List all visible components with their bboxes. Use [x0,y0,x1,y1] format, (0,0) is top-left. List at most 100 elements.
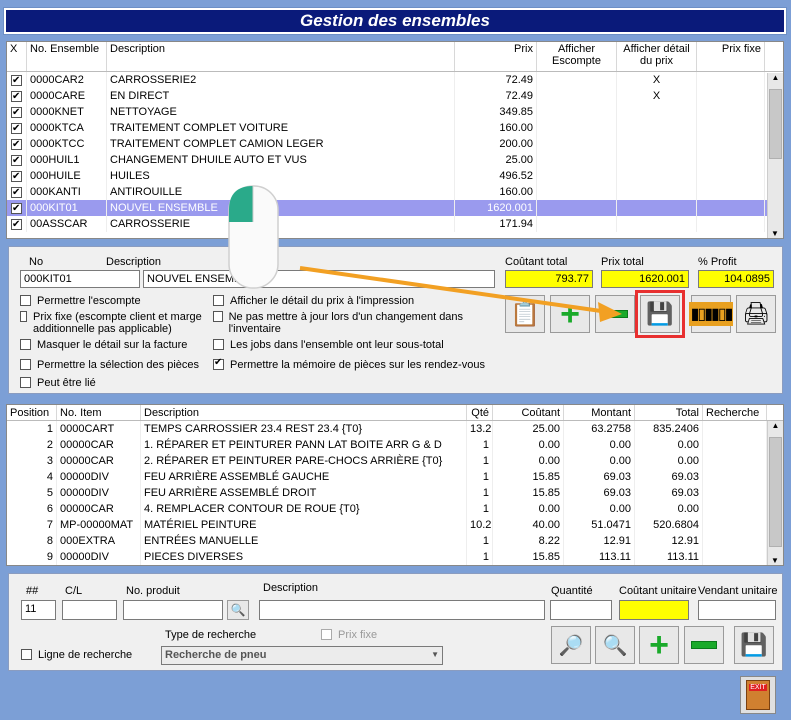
row-checkbox[interactable] [7,152,27,168]
table-row[interactable]: 000KIT01NOUVEL ENSEMBLE1620.001 [7,200,783,216]
table-row[interactable]: 2 00000CAR 1. RÉPARER ET PEINTURER PANN LA… [7,437,783,453]
checkbox-memoire-pieces[interactable] [213,357,224,370]
col-description[interactable]: Description [107,42,455,71]
line-number-input[interactable]: 11 [21,600,56,620]
edit-document-button[interactable]: 📋 [505,295,545,333]
row-checkbox[interactable] [7,168,27,184]
table-row[interactable]: 00ASSCARCARROSSERIE171.94 [7,216,783,232]
col-prix-fixe[interactable]: Prix fixe [697,42,765,71]
items-scroll-down-icon[interactable]: ▼ [768,556,782,565]
table-row[interactable]: 0000KTCCTRAITEMENT COMPLET CAMION LEGER2… [7,136,783,152]
no-produit-input[interactable] [123,600,223,620]
table-row[interactable]: 0000CAR2CARROSSERIE272.49 X [7,72,783,88]
coutant-unitaire-input[interactable] [619,600,689,620]
print-button[interactable]: 🖨 [736,295,776,333]
entry-description-input[interactable] [259,600,545,620]
items-scroll-thumb[interactable] [769,437,782,547]
option-ne-pas-mettre-a-jour[interactable]: Ne pas mettre à jour lors d'un changemen… [213,311,473,335]
items-scroll-up-icon[interactable]: ▲ [768,421,783,435]
checkbox-peut-etre-lie[interactable] [20,377,31,388]
option-peut-etre-lie[interactable]: Peut être lié [20,377,205,389]
option-masquer-detail[interactable]: Masquer le détail sur la facture [20,339,205,351]
checkbox-prix-fixe[interactable] [20,311,27,322]
barcode-button[interactable]: ▮▯▮▮▯▮ [688,295,734,333]
table-row[interactable]: 0000CAREEN DIRECT72.49 X [7,88,783,104]
option-prix-fixe-disabled[interactable]: Prix fixe [321,629,377,641]
row-checkbox[interactable] [7,184,27,200]
type-recherche-select[interactable]: Recherche de pneu ▼ [161,646,443,665]
checkbox-afficher-detail[interactable] [213,295,224,306]
scroll-up-icon[interactable]: ▲ [768,73,783,87]
col-qte[interactable]: Qté [467,405,493,420]
checkbox-escompte[interactable] [20,295,31,306]
table-row[interactable]: 3 00000CAR 2. RÉPARER ET PEINTURER PARE-CH… [7,453,783,469]
col-afficher-escompte[interactable]: Afficher Escompte [537,42,617,71]
table-row[interactable]: 000HUILEHUILES496.52 [7,168,783,184]
save-button[interactable]: 💾 [635,290,685,338]
col-coutant[interactable]: Coûtant [493,405,564,420]
description-input[interactable]: NOUVEL ENSEMBLE [143,270,495,288]
save-item-button[interactable]: 💾 [734,626,774,664]
row-checkbox[interactable] [7,136,27,152]
items-scrollbar[interactable]: ▲ ▼ [767,421,783,565]
add-button[interactable]: + [550,295,590,333]
option-selection-pieces[interactable]: Permettre la sélection des pièces [20,359,205,371]
checkbox-masquer-detail[interactable] [20,339,31,350]
row-checkbox[interactable] [7,216,27,232]
col-total[interactable]: Total [635,405,703,420]
option-ligne-recherche[interactable]: Ligne de recherche [21,649,161,661]
table-row[interactable]: 4 00000DIV FEU ARRIÈRE ASSEMBLÉ GAUCHE 1 15.… [7,469,783,485]
vendant-unitaire-input[interactable] [698,600,776,620]
table-row[interactable]: 1 0000CART TEMPS CARROSSIER 23.4 REST 23.4… [7,421,783,437]
checkbox-ne-pas-mettre-a-jour[interactable] [213,311,223,322]
row-checkbox[interactable] [7,120,27,136]
table-row[interactable]: 9 00000DIV PIECES DIVERSES 1 15.85 113.11 113.… [7,549,783,565]
table-row[interactable]: 0000KNETNETTOYAGE349.85 [7,104,783,120]
col-recherche[interactable]: Recherche [703,405,767,420]
option-sous-total[interactable]: Les jobs dans l'ensemble ont leur sous-t… [213,339,483,351]
row-checkbox[interactable] [7,88,27,104]
table-row[interactable]: 8 000EXTRA ENTRÉES MANUELLE 1 8.22 12.91 12.91 [7,533,783,549]
option-prix-fixe[interactable]: Prix fixe (escompte client et marge addi… [20,311,205,335]
option-memoire-pieces[interactable]: Permettre la mémoire de pièces sur les r… [213,357,493,371]
product-search-button[interactable]: 🔍 [227,600,249,620]
option-afficher-detail[interactable]: Afficher le détail du prix à l'impressio… [213,295,473,307]
row-detail: X [617,72,697,88]
cl-input[interactable] [62,600,117,620]
checkbox-ligne-recherche[interactable] [21,649,32,660]
zoom-search-button[interactable]: 🔍 [595,626,635,664]
table-row[interactable]: 000KANTIANTIROUILLE160.00 [7,184,783,200]
table-row[interactable]: 0000KTCATRAITEMENT COMPLET VOITURE160.00 [7,120,783,136]
checkbox-sous-total[interactable] [213,339,224,350]
col-no-item[interactable]: No. Item [57,405,141,420]
row-checkbox[interactable] [7,72,27,88]
col-no-ensemble[interactable]: No. Ensemble [27,42,107,71]
ensembles-scrollbar[interactable]: ▲ ▼ [767,73,783,238]
col-prix[interactable]: Prix [455,42,537,71]
search-tool-button[interactable]: 🔎 [551,626,591,664]
table-row[interactable]: 6 00000CAR 4. REMPLACER CONTOUR DE ROUE {T… [7,501,783,517]
table-row[interactable]: 5 00000DIV FEU ARRIÈRE ASSEMBLÉ DROIT 1 15.8… [7,485,783,501]
ensembles-scroll-thumb[interactable] [769,89,782,159]
checkbox-prix-fixe-disabled[interactable] [321,629,332,640]
col-montant[interactable]: Montant [564,405,635,420]
row-checkbox[interactable] [7,104,27,120]
col-afficher-detail[interactable]: Afficher détail du prix [617,42,697,71]
add-item-button[interactable]: + [639,626,679,664]
table-row[interactable]: 000HUIL1CHANGEMENT DHUILE AUTO ET VUS25.… [7,152,783,168]
remove-button[interactable] [595,295,635,333]
scroll-down-icon[interactable]: ▼ [768,229,782,238]
col-x[interactable]: X [7,42,27,71]
col-position[interactable]: Position [7,405,57,420]
ensembles-grid[interactable]: X No. Ensemble Description Prix Afficher… [6,41,784,239]
row-checkbox[interactable] [7,200,27,216]
checkbox-selection-pieces[interactable] [20,359,31,370]
exit-button[interactable]: EXIT [740,676,776,714]
col-item-description[interactable]: Description [141,405,467,420]
no-input[interactable]: 000KIT01 [20,270,140,288]
quantite-input[interactable] [550,600,612,620]
option-escompte[interactable]: Permettre l'escompte [20,295,200,307]
remove-item-button[interactable] [684,626,724,664]
items-grid[interactable]: Position No. Item Description Qté Coûtan… [6,404,784,566]
table-row[interactable]: 7 MP-00000MAT MATÉRIEL PEINTURE 10.2 40.00 51… [7,517,783,533]
